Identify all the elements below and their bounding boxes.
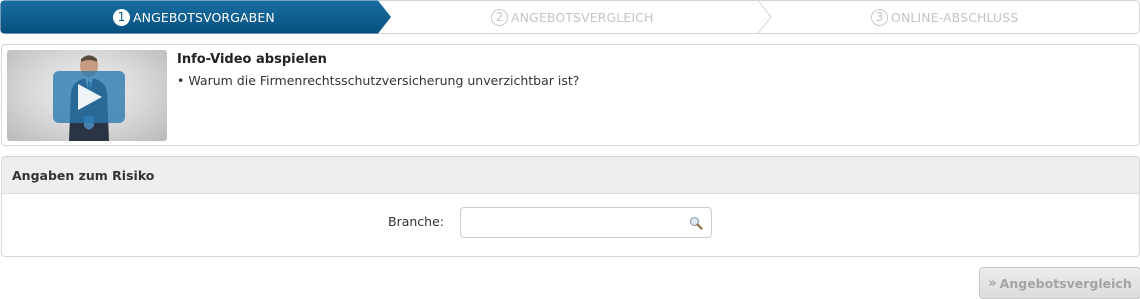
step-label: ONLINE-ABSCHLUSS [891, 9, 1019, 25]
angebotsvergleich-button[interactable]: » Angebotsvergleich [979, 267, 1140, 299]
info-video-title[interactable]: Info-Video abspielen [177, 52, 327, 67]
info-video-bullet: • Warum die Firmenrechtsschutzversicheru… [177, 73, 580, 88]
bullet-text: Warum die Firmenrechtsschutzversicherung… [188, 73, 580, 88]
play-icon [78, 84, 102, 110]
risk-panel: Angaben zum Risiko Branche: [1, 156, 1140, 257]
step-online-abschluss[interactable]: 3 ONLINE-ABSCHLUSS [871, 0, 1018, 34]
branche-label: Branche: [388, 214, 444, 229]
progress-stepper: 1 ANGEBOTSVORGABEN 2 ANGEBOTSVERGLEICH 3… [0, 0, 1140, 34]
step-label: ANGEBOTSVORGABEN [133, 9, 275, 25]
step-number: 2 [491, 8, 508, 26]
step-number: 1 [113, 8, 130, 26]
info-video-box: Info-Video abspielen • Warum die Firmenr… [1, 44, 1140, 146]
step-angebotsvergleich[interactable]: 2 ANGEBOTSVERGLEICH [491, 0, 653, 34]
step-angebotsvorgaben[interactable]: 1 ANGEBOTSVORGABEN [113, 0, 275, 34]
step-number: 3 [871, 8, 888, 26]
video-thumbnail[interactable] [7, 50, 167, 141]
submit-button-label: Angebotsvergleich [999, 275, 1132, 291]
step-label: ANGEBOTSVERGLEICH [511, 9, 654, 25]
double-chevron-right-icon: » [988, 275, 997, 291]
risk-panel-header: Angaben zum Risiko [2, 157, 1139, 194]
play-overlay[interactable] [53, 71, 125, 123]
branche-input[interactable] [460, 207, 712, 238]
search-icon[interactable] [688, 215, 704, 231]
